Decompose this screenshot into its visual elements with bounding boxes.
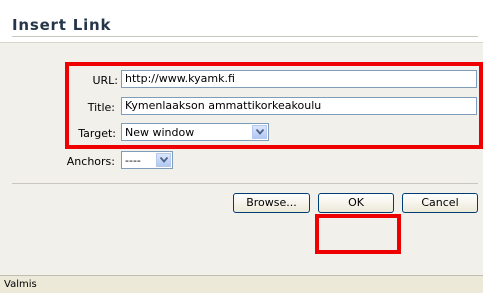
status-bar: Valmis bbox=[0, 275, 483, 293]
anchors-select[interactable]: ---- bbox=[121, 151, 173, 169]
form-divider bbox=[12, 183, 478, 184]
browse-button[interactable]: Browse... bbox=[233, 193, 310, 213]
form-highlight-box bbox=[65, 62, 483, 149]
dialog-title-bar: Insert Link bbox=[0, 0, 483, 43]
insert-link-dialog: Insert Link URL: http://www.kyamk.fi Tit… bbox=[0, 0, 483, 275]
cancel-button[interactable]: Cancel bbox=[402, 193, 478, 213]
dialog-title: Insert Link bbox=[12, 16, 112, 34]
anchors-label: Anchors: bbox=[66, 155, 115, 168]
ok-button[interactable]: OK bbox=[318, 193, 394, 213]
anchors-select-value: ---- bbox=[125, 154, 141, 167]
ok-highlight-box bbox=[315, 214, 401, 254]
status-text: Valmis bbox=[4, 279, 37, 290]
chevron-down-icon[interactable] bbox=[156, 153, 171, 167]
title-divider bbox=[12, 36, 478, 37]
